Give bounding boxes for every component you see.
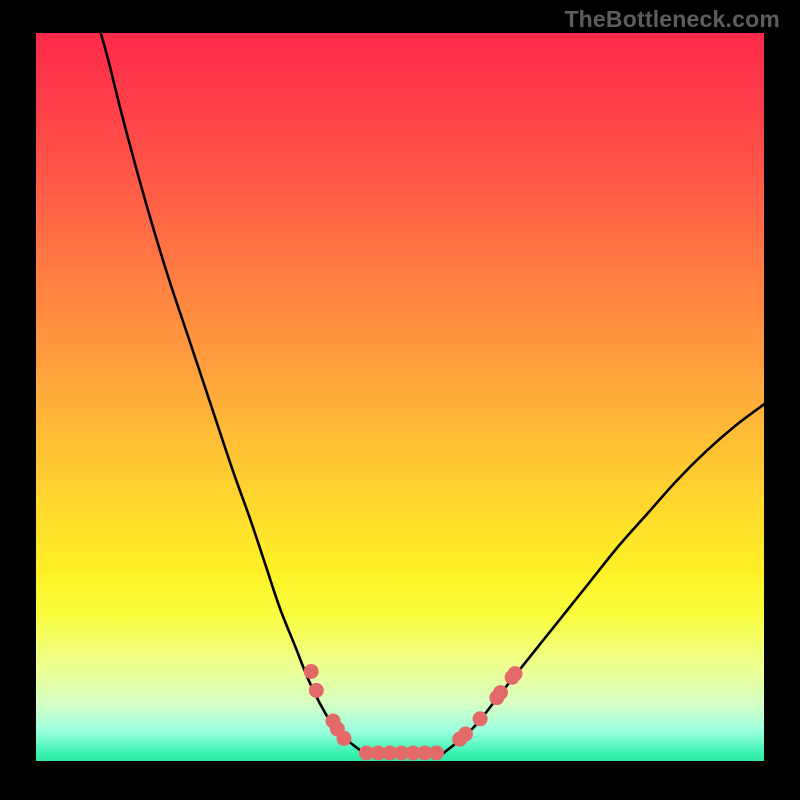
chart-area	[36, 33, 764, 761]
data-marker	[508, 666, 523, 681]
curve-left-branch	[101, 33, 364, 753]
data-marker	[309, 683, 324, 698]
data-marker	[493, 685, 508, 700]
chart-svg	[36, 33, 764, 761]
attribution-text: TheBottleneck.com	[564, 6, 780, 33]
data-marker	[304, 664, 319, 679]
data-marker	[429, 745, 444, 760]
data-marker	[336, 731, 351, 746]
marker-group	[304, 664, 523, 761]
data-marker	[458, 727, 473, 742]
data-marker	[473, 711, 488, 726]
